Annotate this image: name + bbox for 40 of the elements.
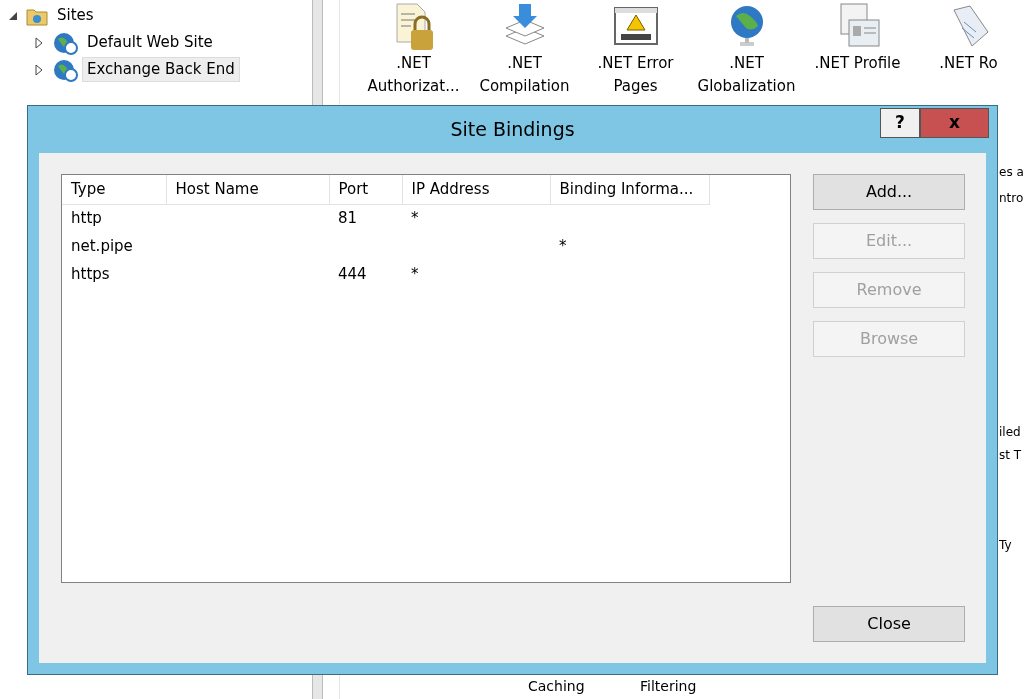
table-cell: net.pipe (71, 236, 133, 255)
table-cell: * (411, 264, 419, 283)
column-header[interactable]: Port (329, 175, 402, 204)
globe-icon (52, 30, 78, 55)
feature-label[interactable]: Authorizat... (367, 75, 460, 98)
feature-label[interactable]: es a (999, 164, 1024, 180)
feature-label[interactable]: ntro (999, 190, 1024, 206)
column-header[interactable]: Type (62, 175, 166, 204)
tree-item[interactable]: Sites (52, 3, 99, 28)
window-title: Site Bindings (450, 117, 575, 143)
column-header[interactable]: IP Address (402, 175, 550, 204)
feature-label[interactable]: Filtering (640, 677, 697, 695)
window-close-button[interactable]: x (920, 108, 989, 138)
table-cell: 444 (338, 264, 367, 283)
feature-label[interactable]: st T (999, 447, 1022, 463)
table-cell: * (411, 209, 419, 227)
tree-item[interactable]: Default Web Site (82, 30, 218, 55)
feature-label[interactable]: .NET Error (597, 52, 674, 75)
feature-label[interactable]: .NET Profile (814, 52, 901, 75)
feature-label[interactable]: iled (999, 424, 1021, 440)
feature-label[interactable]: .NET (396, 52, 431, 75)
feature-label[interactable]: Ty (999, 537, 1012, 553)
dialog-button[interactable]: Add... (813, 174, 965, 210)
feature-label[interactable]: Caching (528, 677, 585, 695)
table-cell: http (71, 209, 102, 227)
tree-item[interactable]: Exchange Back End (82, 57, 240, 82)
feature-label[interactable]: Pages (613, 75, 658, 98)
feature-label[interactable]: .NET (507, 52, 542, 75)
table-cell: 81 (338, 209, 358, 227)
column-header[interactable]: Host Name (166, 175, 329, 204)
feature-label[interactable]: Globalization (697, 75, 796, 98)
table-cell: https (71, 264, 110, 283)
table-cell: * (559, 236, 567, 255)
feature-label[interactable]: .NET Ro (939, 52, 998, 75)
column-header[interactable]: Binding Informa... (550, 175, 709, 204)
feature-label[interactable]: Compilation (479, 75, 570, 98)
feature-label[interactable]: .NET (729, 52, 764, 75)
help-button[interactable]: ? (880, 108, 920, 138)
close-dialog-button[interactable]: Close (813, 606, 965, 642)
globe-icon (52, 57, 78, 82)
